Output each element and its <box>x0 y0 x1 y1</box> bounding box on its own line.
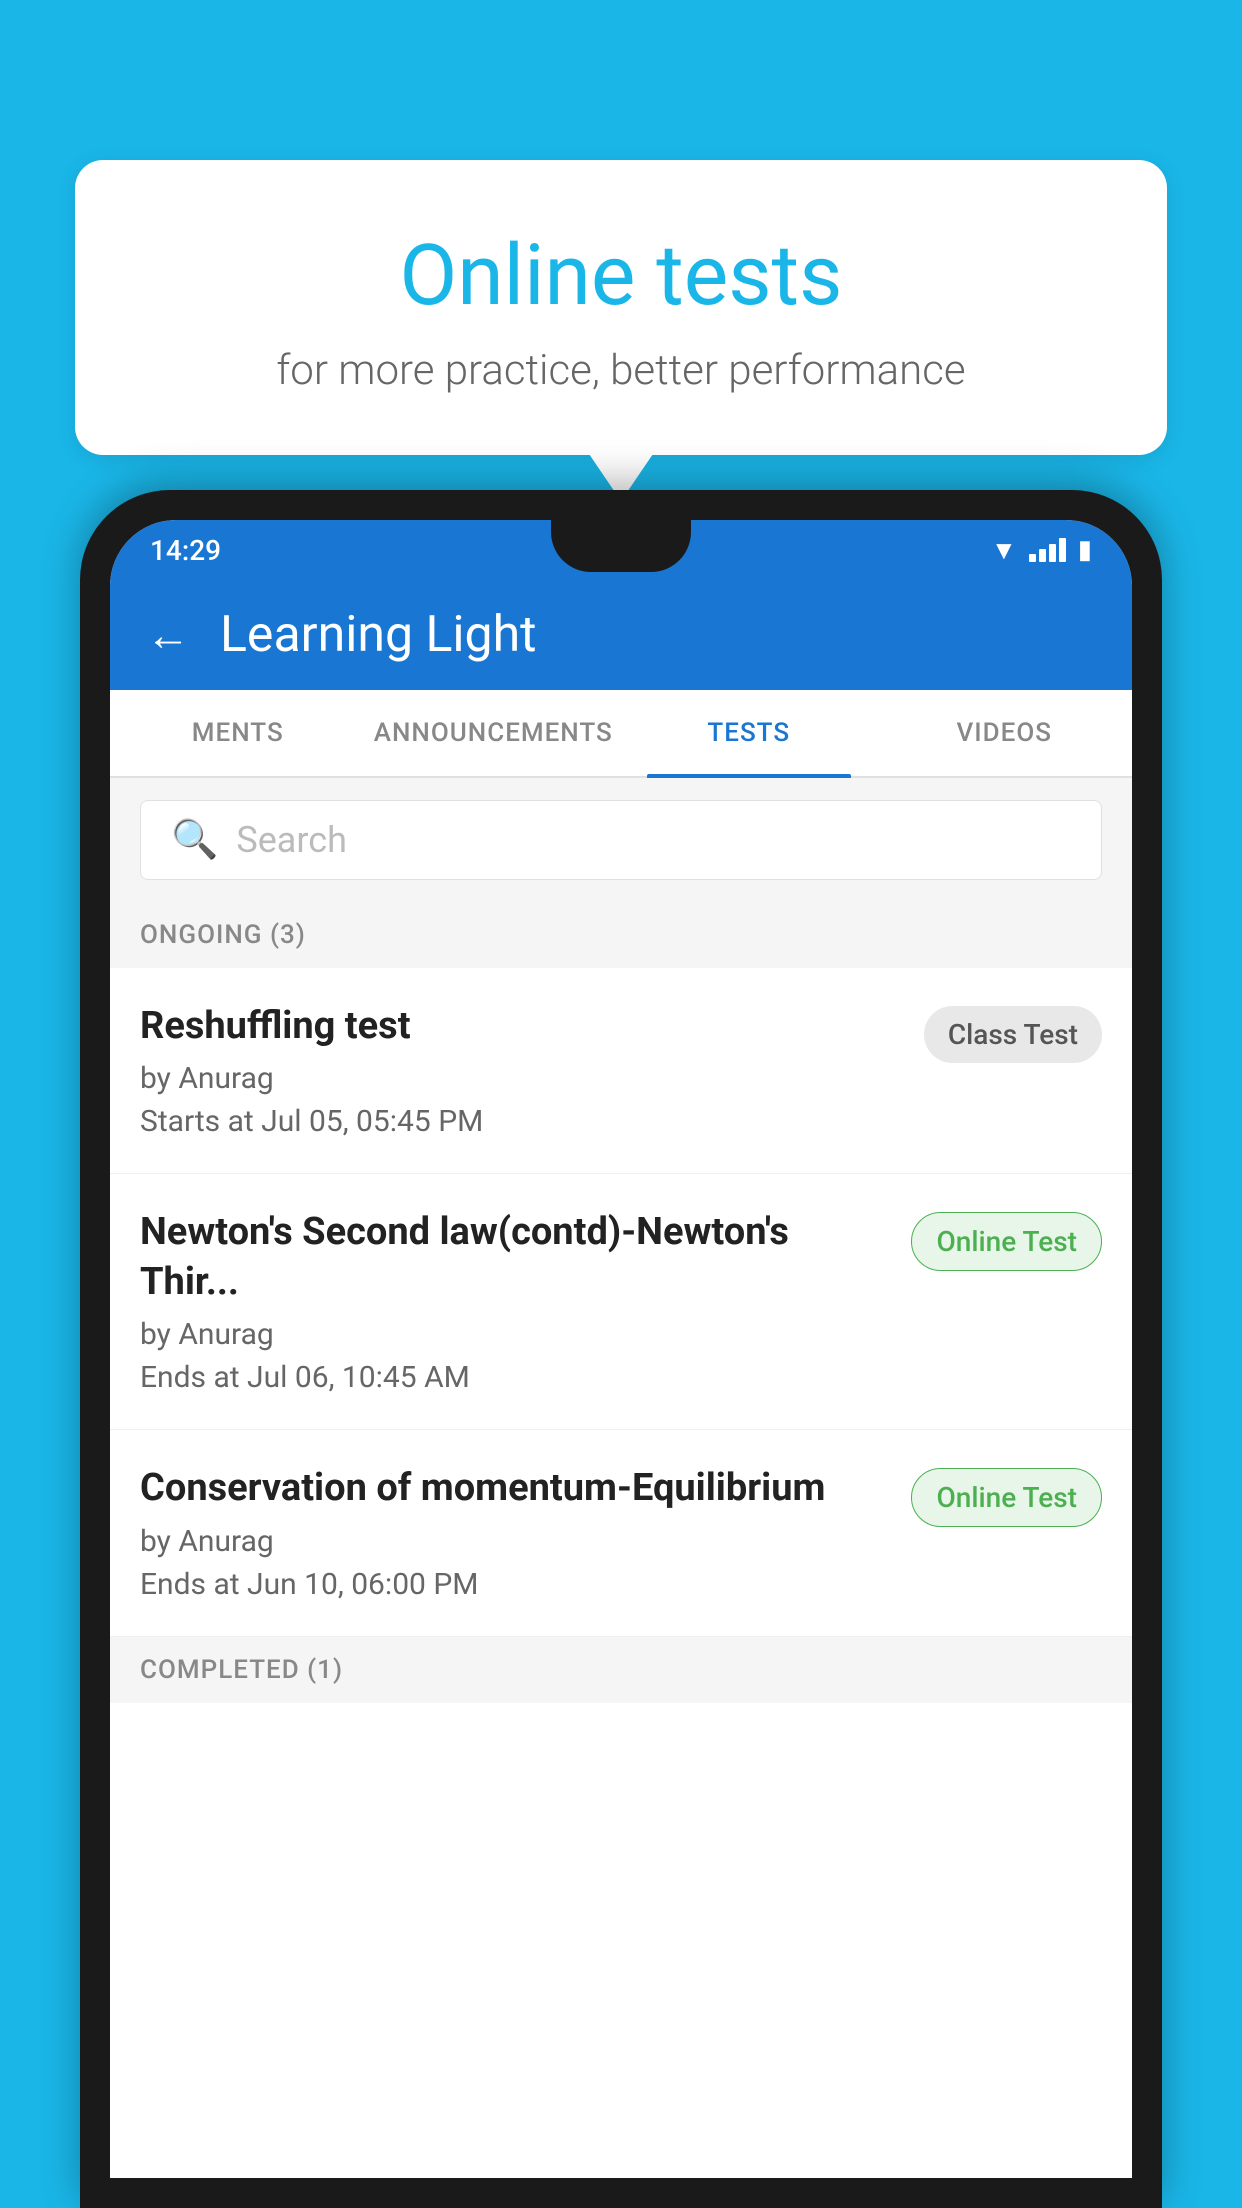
test-name-2: Newton's Second law(contd)-Newton's Thir… <box>140 1208 891 1307</box>
test-info-2: Newton's Second law(contd)-Newton's Thir… <box>140 1208 891 1395</box>
signal-icon <box>1029 538 1066 562</box>
promo-card: Online tests for more practice, better p… <box>75 160 1167 455</box>
test-info-1: Reshuffling test by Anurag Starts at Jul… <box>140 1002 904 1139</box>
search-container: 🔍 Search <box>110 778 1132 902</box>
completed-title: COMPLETED (1) <box>140 1655 343 1685</box>
status-icons: ▼ ▮ <box>991 535 1092 566</box>
test-name-1: Reshuffling test <box>140 1002 904 1051</box>
tab-tests[interactable]: TESTS <box>621 690 877 776</box>
phone-frame: 14:29 ▼ ▮ ← Learning Light <box>80 490 1162 2208</box>
wifi-icon: ▼ <box>991 535 1017 566</box>
test-item-3[interactable]: Conservation of momentum-Equilibrium by … <box>110 1430 1132 1636</box>
tab-ments[interactable]: MENTS <box>110 690 366 776</box>
app-bar: ← Learning Light <box>110 580 1132 690</box>
test-name-3: Conservation of momentum-Equilibrium <box>140 1464 891 1513</box>
battery-icon: ▮ <box>1078 535 1092 565</box>
ongoing-section-header: ONGOING (3) <box>110 902 1132 968</box>
phone-screen: 14:29 ▼ ▮ ← Learning Light <box>110 520 1132 2178</box>
test-time-3: Ends at Jun 10, 06:00 PM <box>140 1567 891 1602</box>
app-title: Learning Light <box>220 606 537 664</box>
test-time-1: Starts at Jul 05, 05:45 PM <box>140 1104 904 1139</box>
tab-announcements[interactable]: ANNOUNCEMENTS <box>366 690 622 776</box>
search-icon: 🔍 <box>171 818 218 862</box>
promo-subtitle: for more practice, better performance <box>135 346 1107 395</box>
test-info-3: Conservation of momentum-Equilibrium by … <box>140 1464 891 1601</box>
test-item-1[interactable]: Reshuffling test by Anurag Starts at Jul… <box>110 968 1132 1174</box>
tab-videos[interactable]: VIDEOS <box>877 690 1133 776</box>
test-author-1: by Anurag <box>140 1061 904 1096</box>
tabs-bar: MENTS ANNOUNCEMENTS TESTS VIDEOS <box>110 690 1132 778</box>
promo-title: Online tests <box>135 230 1107 322</box>
test-author-2: by Anurag <box>140 1317 891 1352</box>
test-badge-2: Online Test <box>911 1212 1102 1271</box>
test-time-2: Ends at Jul 06, 10:45 AM <box>140 1360 891 1395</box>
test-list: Reshuffling test by Anurag Starts at Jul… <box>110 968 1132 1637</box>
test-item-2[interactable]: Newton's Second law(contd)-Newton's Thir… <box>110 1174 1132 1430</box>
back-button[interactable]: ← <box>146 609 190 661</box>
search-placeholder: Search <box>236 819 347 861</box>
status-time: 14:29 <box>150 534 221 567</box>
test-badge-1: Class Test <box>924 1006 1102 1063</box>
completed-section-header: COMPLETED (1) <box>110 1637 1132 1703</box>
status-bar: 14:29 ▼ ▮ <box>110 520 1132 580</box>
test-author-3: by Anurag <box>140 1524 891 1559</box>
search-bar[interactable]: 🔍 Search <box>140 800 1102 880</box>
notch <box>551 520 691 572</box>
ongoing-title: ONGOING (3) <box>140 920 306 950</box>
test-badge-3: Online Test <box>911 1468 1102 1527</box>
